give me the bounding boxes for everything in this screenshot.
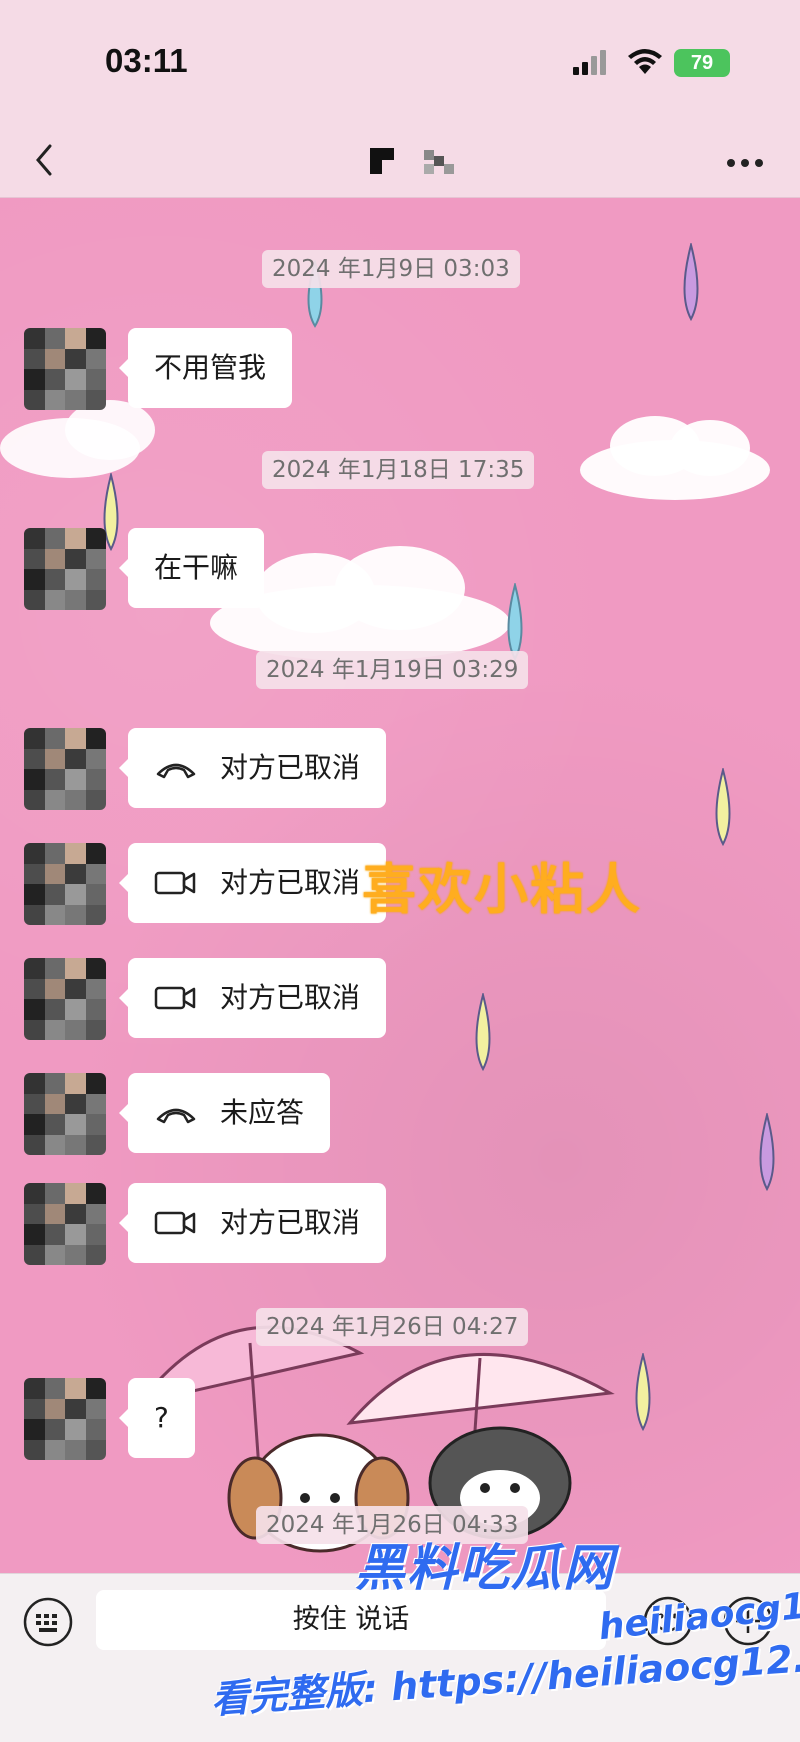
avatar[interactable]	[24, 528, 106, 610]
status-bar: 03:11 79	[0, 0, 800, 120]
avatar[interactable]	[24, 1378, 106, 1460]
message-text: 对方已取消	[220, 981, 361, 1014]
video-call-icon	[154, 870, 198, 896]
raindrop-decoration	[759, 1113, 775, 1192]
message-text: 对方已取消	[220, 866, 361, 899]
message-bubble[interactable]: 不用管我	[118, 328, 293, 408]
voice-call-icon	[154, 756, 198, 780]
avatar[interactable]	[24, 1183, 106, 1265]
message-text: 对方已取消	[220, 1206, 361, 1239]
raindrop-decoration	[683, 243, 699, 322]
message-text: 对方已取消	[220, 751, 361, 784]
keyboard-icon[interactable]	[22, 1596, 74, 1652]
voice-call-icon	[154, 1101, 198, 1125]
cloud-decoration	[580, 416, 770, 500]
avatar[interactable]	[24, 728, 106, 810]
avatar[interactable]	[24, 843, 106, 925]
call-record-bubble[interactable]: 未应答	[118, 1073, 331, 1153]
message-timestamp: 2024 年1月9日 03:03	[262, 250, 520, 288]
video-call-icon	[154, 1210, 198, 1236]
more-icon[interactable]	[725, 154, 765, 173]
status-time: 03:11	[105, 42, 188, 79]
message-text: ?	[154, 1401, 169, 1434]
call-record-bubble[interactable]: 对方已取消	[118, 843, 387, 923]
call-record-bubble[interactable]: 对方已取消	[118, 958, 387, 1038]
avatar[interactable]	[24, 328, 106, 410]
raindrop-decoration	[475, 993, 491, 1072]
message-timestamp: 2024 年1月26日 04:27	[256, 1308, 529, 1346]
avatar[interactable]	[24, 1073, 106, 1155]
message-bubble[interactable]: ?	[119, 1378, 195, 1458]
call-record-bubble[interactable]: 对方已取消	[118, 1183, 387, 1263]
wifi-icon	[627, 48, 663, 80]
raindrop-decoration	[635, 1353, 651, 1432]
message-text: 不用管我	[154, 351, 267, 384]
battery-indicator: 79	[674, 49, 730, 77]
message-timestamp: 2024 年1月19日 03:29	[256, 651, 529, 689]
raindrop-decoration	[715, 768, 731, 847]
call-record-bubble[interactable]: 对方已取消	[118, 728, 387, 808]
contact-name-mosaic	[370, 146, 466, 182]
chat-header	[0, 120, 800, 198]
message-text: 未应答	[220, 1096, 305, 1129]
signal-icon	[573, 50, 613, 80]
video-call-icon	[154, 985, 198, 1011]
site-watermark-logo: 黑料吃瓜网	[355, 1539, 615, 1597]
avatar[interactable]	[24, 958, 106, 1040]
message-timestamp: 2024 年1月18日 17:35	[262, 451, 535, 489]
message-text: 在干嘛	[154, 551, 239, 584]
chevron-left-icon[interactable]	[26, 140, 66, 180]
message-bubble[interactable]: 在干嘛	[118, 528, 265, 608]
sticker-watermark-text: 喜欢小粘人	[362, 858, 642, 921]
